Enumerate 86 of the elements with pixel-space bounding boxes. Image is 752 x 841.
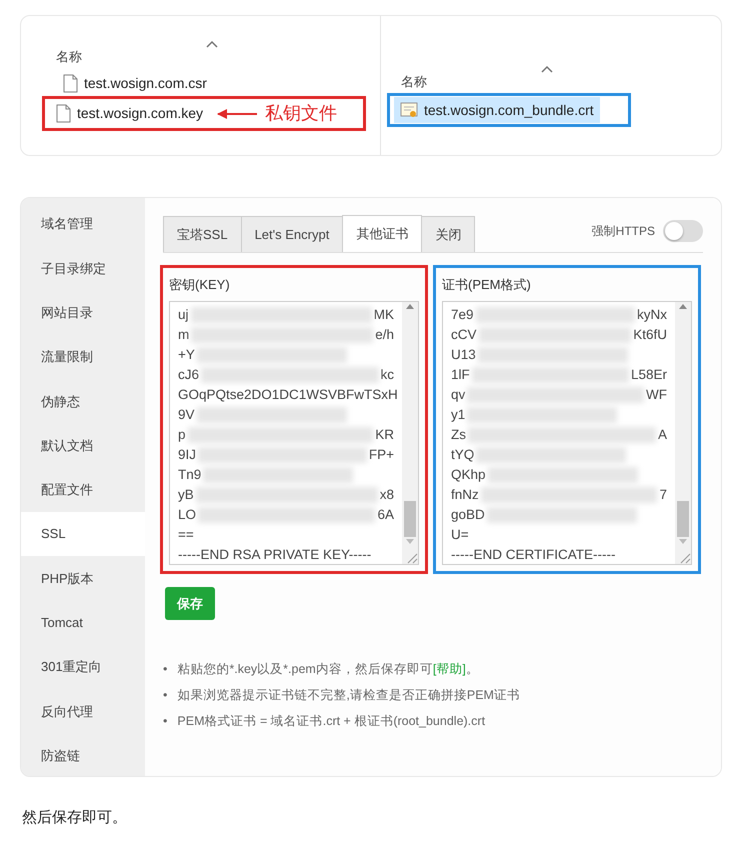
text-line: -----END RSA PRIVATE KEY----- <box>178 546 372 564</box>
text-line: 1lF <box>451 366 470 384</box>
text-line: m <box>178 326 190 344</box>
callout-label: 私钥文件 <box>265 102 338 125</box>
text-line: cCV <box>451 326 477 344</box>
sidebar-item[interactable]: 伪静态 <box>21 379 145 424</box>
text-area[interactable]: uj MK m e/h +Y cJ6 kc GOqPQtse2DO1DC1WSVBFwTSxH 9V p KR 9IJ FP+ Tn9 yB x8 LO 6A == -----END RSA PRIVATE KEY----- <box>169 300 419 564</box>
text-line: goBD <box>451 506 485 524</box>
tab[interactable]: 关闭 <box>421 216 476 252</box>
text-line: 6A <box>377 506 394 524</box>
column-header[interactable]: 名称 <box>401 72 427 91</box>
text-line: MK <box>374 306 394 324</box>
caption-text: 然后保存即可。 <box>22 808 128 828</box>
text-line: L58Er <box>630 366 667 384</box>
field-label: 密钥(KEY) <box>169 276 231 294</box>
arrow-icon <box>217 108 258 120</box>
sort-caret-icon <box>206 40 218 48</box>
text-line: LO <box>178 506 196 524</box>
text-line: U= <box>451 526 469 544</box>
sidebar-item[interactable]: PHP版本 <box>21 556 145 601</box>
scrollbar-thumb[interactable] <box>404 500 416 536</box>
text-line: -----END CERTIFICATE----- <box>451 546 616 564</box>
tab[interactable]: Let's Encrypt <box>240 216 344 252</box>
text-line: fnNz <box>451 486 479 504</box>
scrollbar-thumb[interactable] <box>677 500 689 536</box>
field-label: 证书(PEM格式) <box>442 276 532 294</box>
sidebar-item[interactable]: 流量限制 <box>21 334 145 380</box>
text-area[interactable]: 7e9 kyNx cCV Kt6fU U13 1lF L58Er qv WF y1 Zs A tYQ QKhp fnNz 7 goBD U= -----END CERTIFICATE----- <box>442 300 692 564</box>
text-line: A <box>658 426 667 444</box>
text-line: yB <box>178 486 194 504</box>
text-line: Kt6fU <box>633 326 667 344</box>
text-line: 9IJ <box>178 446 196 464</box>
text-line: e/h <box>375 326 394 344</box>
scrollbar[interactable] <box>675 302 691 564</box>
text-line: == <box>178 526 194 544</box>
file-row[interactable]: test.wosign.com_bundle.crt <box>394 97 600 123</box>
certificate-icon <box>400 101 418 119</box>
text-line: tYQ <box>451 446 474 464</box>
text-line: x8 <box>380 486 394 504</box>
sidebar-item[interactable]: 子目录绑定 <box>21 246 145 291</box>
text-line: uj <box>178 306 189 324</box>
scrollbar[interactable] <box>402 302 418 564</box>
file-icon <box>55 104 71 123</box>
text-line: Zs <box>451 426 466 444</box>
scroll-up-icon <box>676 302 690 310</box>
file-row[interactable]: test.wosign.com.key <box>49 100 210 126</box>
sidebar-item[interactable]: Tomcat <box>21 600 145 645</box>
text-line: 7 <box>659 486 667 504</box>
sidebar-item[interactable]: 301重定向 <box>21 644 145 690</box>
text-line: 9V <box>178 406 195 424</box>
text-line: WF <box>646 386 667 404</box>
sidebar-item[interactable]: 反向代理 <box>21 689 145 734</box>
text-line: cJ6 <box>178 366 200 384</box>
column-header[interactable]: 名称 <box>56 46 82 66</box>
text-line: GOqPQtse2DO1DC1WSVBFwTSxH <box>178 386 398 404</box>
sort-caret-icon <box>541 65 553 73</box>
text-line: kc <box>380 366 394 384</box>
tab[interactable]: 宝塔SSL <box>163 216 242 252</box>
text-line: FP+ <box>368 446 394 464</box>
toggle-switch[interactable] <box>663 220 703 242</box>
bullet: • <box>163 686 168 704</box>
sidebar-item[interactable]: 默认文档 <box>21 423 145 468</box>
text-line: Tn9 <box>178 466 202 484</box>
file-row[interactable]: test.wosign.com.csr <box>56 70 213 96</box>
note-text: 如果浏览器提示证书链不完整,请检查是否正确拼接PEM证书 <box>177 686 520 704</box>
toggle-label: 强制HTTPS <box>592 223 655 240</box>
bullet: • <box>163 661 168 678</box>
text-line: QKhp <box>451 466 486 484</box>
text-line: y1 <box>451 406 466 424</box>
bullet: • <box>163 712 168 730</box>
note-text: PEM格式证书 = 域名证书.crt + 根证书(root_bundle).crt <box>177 712 486 730</box>
text-line: KR <box>375 426 394 444</box>
note-text: 粘贴您的*.key以及*.pem内容，然后保存即可[帮助]。 <box>177 661 479 678</box>
text-line: qv <box>451 386 466 404</box>
text-line: kyNx <box>637 306 667 324</box>
scroll-up-icon <box>403 302 417 310</box>
sidebar-item[interactable]: 配置文件 <box>21 468 145 512</box>
text-line: 7e9 <box>451 306 474 324</box>
file-icon <box>62 74 78 92</box>
sidebar-item[interactable]: 防盗链 <box>21 734 145 776</box>
text-line: U13 <box>451 346 476 364</box>
sidebar-item[interactable]: SSL <box>21 512 145 556</box>
text-line: +Y <box>178 346 195 364</box>
sidebar-item[interactable]: 域名管理 <box>21 202 145 246</box>
text-line: p <box>178 426 186 444</box>
sidebar-item[interactable]: 网站目录 <box>21 290 145 335</box>
